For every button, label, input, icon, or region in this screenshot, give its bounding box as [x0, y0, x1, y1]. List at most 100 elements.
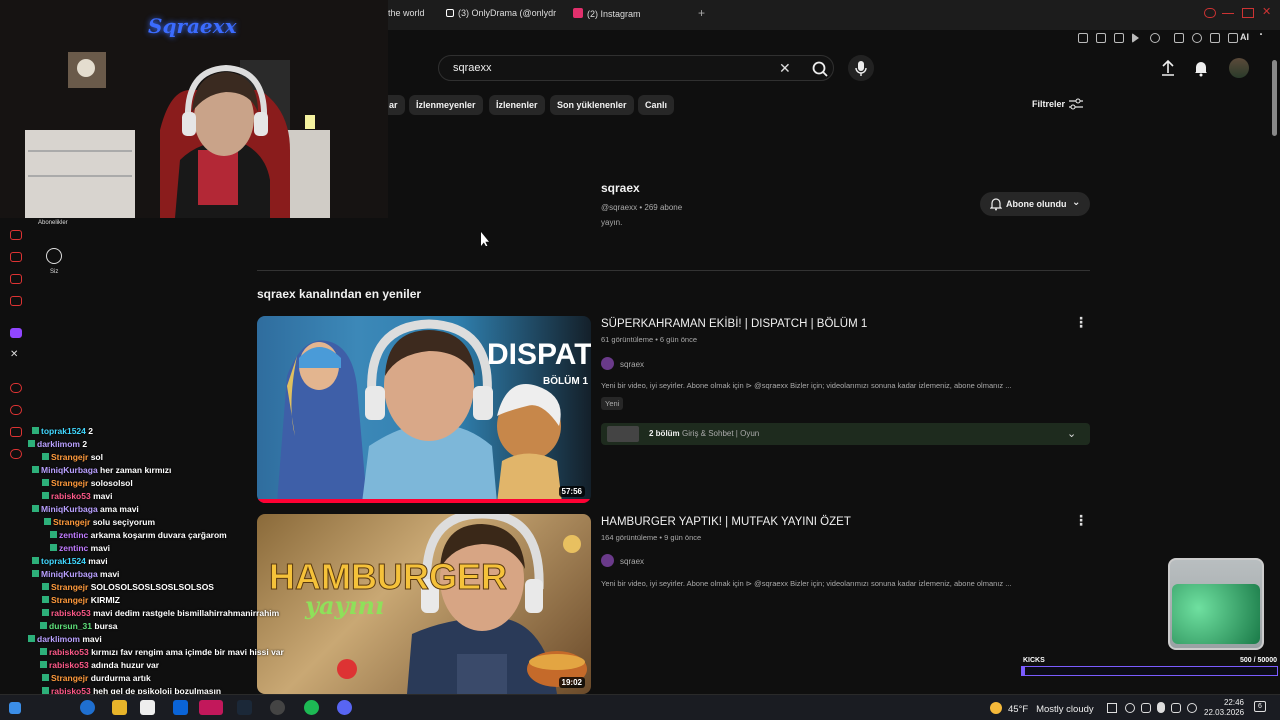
chat-username[interactable]: MiniqKurbaga	[41, 465, 98, 475]
nav-you-label[interactable]: Siz	[50, 269, 58, 275]
chat-badge-icon	[44, 518, 51, 525]
chat-username[interactable]: rabisko53	[49, 660, 89, 670]
chat-username[interactable]: Strangejr	[51, 595, 88, 605]
channel-avatar[interactable]	[601, 357, 614, 370]
youtube-icon[interactable]	[10, 383, 22, 393]
channel-meta: @sqraexx • 269 abone	[601, 203, 683, 212]
chip-live[interactable]: Canlı	[638, 95, 675, 115]
chat-username[interactable]: dursun_31	[49, 621, 92, 631]
scrollbar[interactable]	[1272, 60, 1277, 136]
video-channel[interactable]: sqraex	[601, 357, 644, 370]
chat-username[interactable]: zentinc	[59, 543, 88, 553]
chat-username[interactable]: Strangejr	[51, 582, 88, 592]
more-options-icon[interactable]: ⋮	[1074, 314, 1088, 331]
chat-username[interactable]: Strangejr	[51, 673, 88, 683]
microphone-icon[interactable]	[1157, 702, 1165, 713]
notifications-icon[interactable]	[1191, 58, 1211, 78]
nav-subscriptions-label[interactable]: Abonelikler	[38, 220, 68, 226]
notifications-badge[interactable]: 6	[1254, 701, 1266, 712]
heart-icon[interactable]	[1150, 33, 1160, 43]
tray-chevron-icon[interactable]	[1107, 703, 1117, 713]
weather-widget[interactable]: 45°F Mostly cloudy	[990, 702, 1094, 715]
chat-text: arkama koşarım duvara çarğarom	[90, 530, 227, 540]
microphone-icon[interactable]	[848, 55, 874, 81]
video-title[interactable]: SÜPERKAHRAMAN EKİBİ! | DISPATCH | BÖLÜM …	[601, 318, 867, 330]
download-icon[interactable]	[1210, 33, 1220, 43]
file-explorer-icon[interactable]	[112, 700, 127, 715]
windows-start-icon[interactable]	[9, 702, 21, 714]
history-icon[interactable]	[10, 230, 22, 240]
chat-username[interactable]: rabisko53	[51, 491, 91, 501]
active-app-icon[interactable]	[199, 700, 223, 715]
close-window-button[interactable]: ✕	[1262, 5, 1274, 18]
chip-unwatched[interactable]: İzlenmeyenler	[409, 95, 483, 115]
videos-icon[interactable]	[10, 274, 22, 284]
stream-chat-overlay: toprak1524 2 darklimom 2 Strangejr sol Mini…	[0, 416, 310, 716]
video-channel[interactable]: sqraex	[601, 554, 644, 567]
mail-icon[interactable]	[173, 700, 188, 715]
obs-icon[interactable]	[270, 700, 285, 715]
chip-recently-uploaded[interactable]: Son yüklenenler	[550, 95, 634, 115]
video-title[interactable]: HAMBURGER YAPTIK! | MUTFAK YAYINI ÖZET	[601, 516, 851, 528]
minimize-button[interactable]	[1222, 8, 1234, 14]
subscribed-button[interactable]: Abone olundu ⌄	[980, 192, 1090, 216]
chat-username[interactable]: toprak1524	[41, 556, 86, 566]
upload-icon[interactable]	[1158, 58, 1178, 78]
spotify-icon[interactable]	[304, 700, 319, 715]
chevron-down-icon[interactable]: ⌄	[1067, 427, 1076, 440]
maximize-button[interactable]	[1242, 8, 1254, 18]
clock[interactable]: 22:46 22.03.2026	[1204, 698, 1244, 718]
episodes-row[interactable]: 2 bölüm Giriş & Sohbet | Oyun ⌄	[601, 423, 1090, 445]
browser-tab-instagram[interactable]: (2) Instagram	[573, 8, 683, 19]
user-icon[interactable]	[46, 248, 62, 264]
pin-icon[interactable]	[1078, 33, 1088, 43]
chat-username[interactable]: Strangejr	[53, 517, 90, 527]
chat-username[interactable]: darklimom	[37, 634, 80, 644]
channel-avatar[interactable]	[601, 554, 614, 567]
chat-username[interactable]: Strangejr	[51, 452, 88, 462]
screenshot-icon[interactable]	[1096, 33, 1106, 43]
ai-button[interactable]: AI	[1240, 32, 1249, 42]
profile-icon[interactable]	[1204, 8, 1216, 18]
discord-icon[interactable]	[337, 700, 352, 715]
clock-icon[interactable]	[10, 405, 22, 415]
chat-username[interactable]: rabisko53	[49, 647, 89, 657]
search-box[interactable]: sqraexx ✕	[438, 55, 834, 81]
calendar-icon[interactable]	[140, 700, 155, 715]
filters-icon[interactable]	[1069, 98, 1083, 110]
chip-watched[interactable]: İzlenenler	[489, 95, 545, 115]
menu-icon[interactable]	[1260, 33, 1262, 43]
search-input[interactable]: sqraexx	[453, 62, 492, 74]
filters-button[interactable]: Filtreler	[1032, 99, 1065, 109]
tray-app-icon[interactable]	[1141, 703, 1151, 713]
more-options-icon[interactable]: ⋮	[1074, 512, 1088, 529]
browser-tab-onlydrama[interactable]: (3) OnlyDrama (@onlydra	[446, 8, 556, 18]
chat-username[interactable]: zentinc	[59, 530, 88, 540]
chat-username[interactable]: MiniqKurbaga	[41, 569, 98, 579]
playlist-icon[interactable]	[10, 252, 22, 262]
studio-icon[interactable]	[10, 296, 22, 306]
search-icon[interactable]	[809, 58, 831, 80]
volume-icon[interactable]	[1187, 703, 1197, 713]
chat-username[interactable]: MiniqKurbaga	[41, 504, 98, 514]
chat-username[interactable]: darklimom	[37, 439, 80, 449]
clear-search-button[interactable]: ✕	[779, 60, 791, 77]
new-tab-button[interactable]: +	[698, 6, 705, 20]
extensions-icon[interactable]	[1174, 33, 1184, 43]
twitch-icon[interactable]	[10, 328, 22, 338]
browser-icon[interactable]	[80, 700, 95, 715]
chat-username[interactable]: Strangejr	[51, 478, 88, 488]
chat-username[interactable]: toprak1524	[41, 426, 86, 436]
network-icon[interactable]	[1171, 703, 1181, 713]
steam-icon[interactable]	[237, 700, 252, 715]
play-icon[interactable]	[1132, 33, 1139, 43]
avatar[interactable]	[1229, 58, 1249, 78]
account-icon[interactable]	[1192, 33, 1202, 43]
channel-name[interactable]: sqraex	[601, 181, 640, 195]
x-icon[interactable]: ✕	[10, 350, 22, 360]
share-icon[interactable]	[1228, 33, 1238, 43]
chat-username[interactable]: rabisko53	[51, 608, 91, 618]
tray-app-icon[interactable]	[1125, 703, 1135, 713]
shield-icon[interactable]	[1114, 33, 1124, 43]
browser-tab[interactable]: the world	[388, 8, 438, 18]
